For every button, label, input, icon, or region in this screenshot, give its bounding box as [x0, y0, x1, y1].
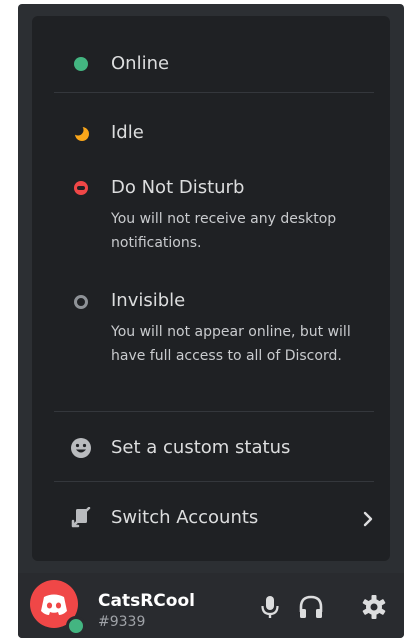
microphone-icon: [261, 596, 279, 618]
headphones-icon: [299, 595, 323, 618]
discord-window: Online Idle Do Not Disturb You will not …: [18, 4, 404, 638]
dnd-status-icon: [74, 181, 88, 195]
status-option-invisible[interactable]: Invisible You will not appear online, bu…: [32, 282, 390, 407]
user-panel: CatsRCool #9339: [18, 573, 404, 638]
set-custom-status-button[interactable]: Set a custom status: [32, 426, 390, 470]
status-option-description: You will not receive any desktop notific…: [111, 211, 337, 251]
status-option-label: Do Not Disturb: [111, 177, 245, 198]
chevron-right-icon: [362, 511, 374, 527]
settings-gear-icon: [362, 595, 386, 619]
switch-accounts-label: Switch Accounts: [111, 507, 259, 528]
status-menu: Online Idle Do Not Disturb You will not …: [32, 16, 390, 561]
status-option-label: Online: [111, 53, 170, 74]
switch-accounts-button[interactable]: Switch Accounts: [32, 496, 390, 540]
invisible-status-icon: [74, 295, 88, 309]
switch-accounts-icon: [70, 506, 92, 529]
online-status-icon: [74, 57, 88, 71]
status-option-description: You will not appear online, but will hav…: [111, 324, 351, 364]
status-option-idle[interactable]: Idle: [32, 114, 390, 154]
custom-status-label: Set a custom status: [111, 437, 291, 458]
menu-divider: [54, 481, 374, 482]
menu-divider: [54, 411, 374, 412]
status-option-dnd[interactable]: Do Not Disturb You will not receive any …: [32, 169, 390, 274]
settings-button[interactable]: [360, 593, 388, 621]
smiley-icon: [70, 437, 92, 459]
headphones-button[interactable]: [297, 593, 325, 621]
menu-divider: [54, 92, 374, 93]
idle-moon-icon: [72, 124, 89, 141]
status-option-online[interactable]: Online: [32, 45, 390, 85]
username: CatsRCool: [98, 591, 195, 611]
avatar-online-status-icon: [66, 616, 86, 636]
status-option-label: Invisible: [111, 290, 186, 311]
status-option-label: Idle: [111, 122, 144, 143]
user-discriminator: #9339: [98, 614, 146, 630]
microphone-button[interactable]: [256, 593, 284, 621]
